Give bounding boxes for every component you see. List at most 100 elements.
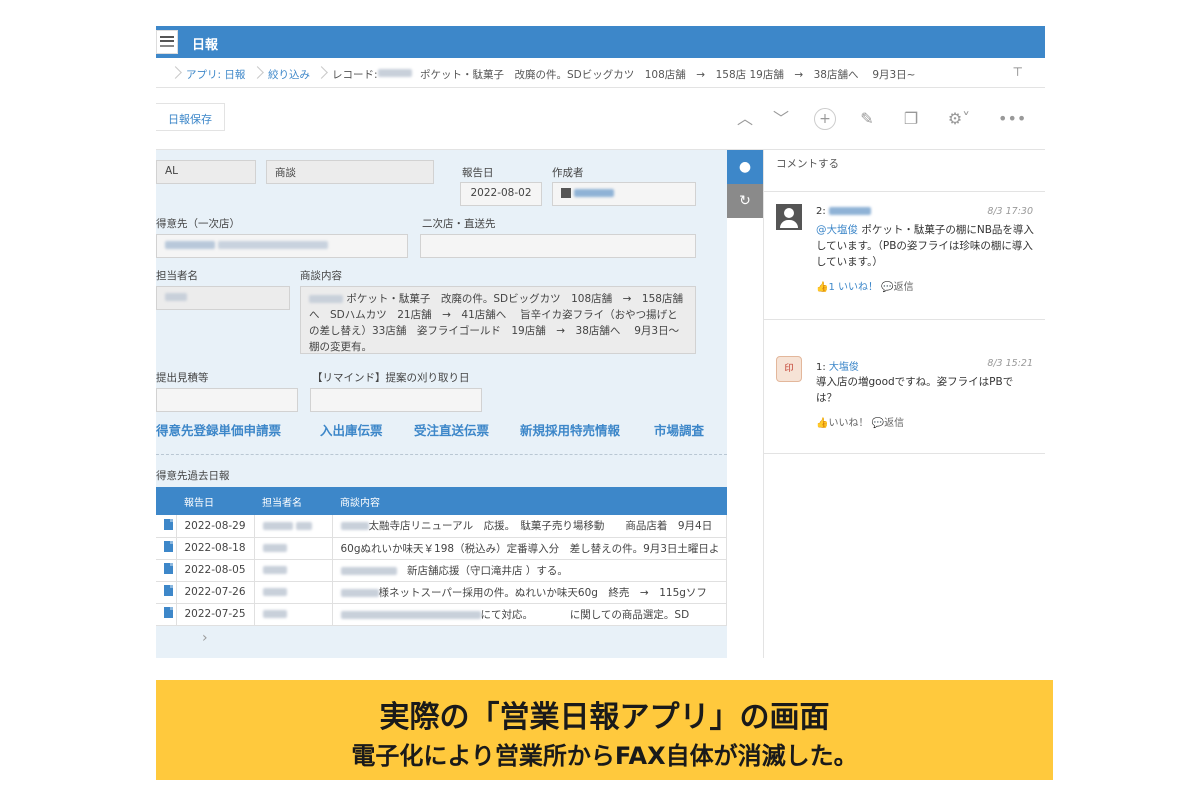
link-stock-slip[interactable]: 入出庫伝票 <box>320 420 383 439</box>
link-price-request[interactable]: 得意先登録単価申請票 <box>156 420 281 439</box>
past-reports-table: 報告日 担当者名 商談内容 2022-08-29 太融寺店リニューアル 応援。 … <box>156 487 727 626</box>
remind-field[interactable] <box>310 388 482 412</box>
content-cell: 太融寺店リニューアル 応援。 駄菓子売り場移動 商品店着 9月4日 <box>332 515 727 538</box>
breadcrumb-record-prefix: レコード: <box>332 69 378 81</box>
category-field[interactable]: 商談 <box>266 160 434 184</box>
comment-actions: 👍いいね！ 💬返信 <box>816 414 904 429</box>
save-button[interactable]: 日報保存 <box>156 103 225 131</box>
gear-icon[interactable]: ⚙˅ <box>944 108 974 130</box>
content-cell: にて対応。 に関しての商品選定。SD <box>332 603 727 626</box>
date-cell: 2022-08-05 <box>176 559 255 582</box>
user-icon <box>561 188 571 198</box>
table-row[interactable]: 2022-08-05 新店舗応援（守口滝井店 ）する。 <box>156 559 727 582</box>
comment-number: 1: <box>816 362 826 373</box>
past-reports-title: 得意先過去日報 <box>156 470 230 482</box>
caption-subtitle: 電子化により営業所からFAX自体が消滅した。 <box>351 742 858 770</box>
secondary-field[interactable] <box>420 234 696 258</box>
assignee-label: 担当者名 <box>156 270 198 282</box>
table-row[interactable]: 2022-07-26 様ネットスーパー採用の件。ぬれいか味天60g 終売 → 1… <box>156 581 727 604</box>
side-panel-tabs: ● ↻ <box>727 150 764 658</box>
report-date-label: 報告日 <box>462 167 494 179</box>
chevron-right-icon <box>252 63 264 83</box>
document-icon-cell[interactable] <box>156 537 177 560</box>
reply-button[interactable]: 💬返信 <box>881 282 913 293</box>
pin-icon[interactable]: ⊤ <box>1013 65 1023 79</box>
breadcrumb-filter[interactable]: 絞り込み <box>268 67 310 82</box>
date-cell: 2022-08-18 <box>176 537 255 560</box>
document-icon[interactable] <box>164 541 173 552</box>
link-market-research[interactable]: 市場調査 <box>654 420 704 439</box>
chevron-down-icon[interactable]: ﹀ <box>770 108 792 130</box>
more-icon[interactable]: ••• <box>998 108 1026 130</box>
assignee-field[interactable] <box>156 286 290 310</box>
comments-panel: コメントする 2: 8/3 17:30 @大塩俊 ポケット・駄菓子の棚にNB品を… <box>764 150 1045 658</box>
blurred-text <box>165 241 215 249</box>
table-row[interactable]: 2022-08-29 太融寺店リニューアル 応援。 駄菓子売り場移動 商品店着 … <box>156 515 727 538</box>
edit-icon[interactable]: ✎ <box>856 108 878 130</box>
table-header: 担当者名 <box>254 487 332 515</box>
content-text: ポケット・駄菓子 改廃の件。SDビッグカツ 108店舗 → 158店舗へ SDハ… <box>309 293 690 353</box>
assignee-cell <box>254 537 333 560</box>
breadcrumb-record: ポケット・駄菓子 改廃の件。SDビッグカツ 108店舗 → 158店 19店舗 … <box>420 69 920 81</box>
pager-next-icon[interactable]: › <box>202 630 208 646</box>
caption-title: 実際の「営業日報アプリ」の画面 <box>379 700 830 735</box>
document-icon-cell[interactable] <box>156 559 177 582</box>
secondary-label: 二次店・直送先 <box>422 218 496 230</box>
app-title: 日報 <box>192 38 219 53</box>
table-row[interactable]: 2022-08-18 60gぬれいか味天￥198（税込み）定番導入分 差し替えの… <box>156 537 727 560</box>
blurred-text <box>218 241 329 249</box>
customer-field[interactable] <box>156 234 408 258</box>
content-cell: 60gぬれいか味天￥198（税込み）定番導入分 差し替えの件。9月3日土曜日よ <box>332 537 727 560</box>
app-logo-icon[interactable] <box>156 30 178 54</box>
type-field[interactable]: AL <box>156 160 256 184</box>
like-button[interactable]: 👍1 いいね！ <box>816 282 878 293</box>
document-icon[interactable] <box>164 585 173 596</box>
document-icon[interactable] <box>164 518 173 530</box>
link-direct-order[interactable]: 受注直送伝票 <box>414 420 489 439</box>
document-icon-cell[interactable] <box>156 515 177 538</box>
document-icon-cell[interactable] <box>156 603 177 626</box>
caption-banner: 実際の「営業日報アプリ」の画面 電子化により営業所からFAX自体が消滅した。 <box>156 680 1053 780</box>
comment-header: 2: <box>816 206 871 217</box>
table-row[interactable]: 2022-07-25 にて対応。 に関しての商品選定。SD <box>156 603 727 626</box>
assignee-cell <box>254 581 333 604</box>
comment-mention[interactable]: @大塩俊 <box>816 224 858 236</box>
date-cell: 2022-07-25 <box>176 603 255 626</box>
comment-body: @大塩俊 ポケット・駄菓子の棚にNB品を導入しています。（PBの姿フライは珍味の… <box>816 222 1034 270</box>
blurred-name <box>378 67 412 79</box>
breadcrumb: アプリ: 日報 絞り込み レコード: ポケット・駄菓子 改廃の件。SDビッグカツ… <box>156 58 1045 88</box>
reply-button[interactable]: 💬返信 <box>872 418 904 429</box>
like-button[interactable]: 👍いいね！ <box>816 418 868 429</box>
breadcrumb-app[interactable]: アプリ: 日報 <box>186 67 245 82</box>
chevron-up-icon[interactable]: ︿ <box>734 108 756 130</box>
chevron-right-icon <box>170 63 182 83</box>
content-field[interactable]: ポケット・駄菓子 改廃の件。SDビッグカツ 108店舗 → 158店舗へ SDハ… <box>300 286 696 354</box>
table-header-row: 報告日 担当者名 商談内容 <box>156 487 727 515</box>
creator-field[interactable] <box>552 182 696 206</box>
blurred-name <box>309 295 343 303</box>
link-new-sale-info[interactable]: 新規採用特売情報 <box>520 420 620 439</box>
app-header: 日報 <box>156 26 1045 58</box>
table-header <box>156 487 176 515</box>
report-date-field[interactable]: 2022-08-02 <box>460 182 542 206</box>
history-tab-icon[interactable]: ↻ <box>727 184 763 218</box>
table-header: 報告日 <box>176 487 254 515</box>
document-icon[interactable] <box>164 563 173 574</box>
estimate-field[interactable] <box>156 388 298 412</box>
comment-header: 1: 大塩俊 <box>816 358 859 373</box>
document-icon-cell[interactable] <box>156 581 177 604</box>
document-icon[interactable] <box>164 607 173 618</box>
comment-tab-icon[interactable]: ● <box>727 150 763 184</box>
avatar: 印 <box>776 356 802 382</box>
estimate-label: 提出見積等 <box>156 372 209 384</box>
comment-input[interactable]: コメントする <box>764 150 1045 192</box>
add-icon[interactable]: + <box>814 108 836 130</box>
assignee-cell <box>254 559 333 582</box>
record-form: AL 商談 報告日 2022-08-02 作成者 得意先（一次店） 二次店・直送… <box>156 150 727 658</box>
copy-icon[interactable]: ❐ <box>900 108 922 130</box>
content-cell: 新店舗応援（守口滝井店 ）する。 <box>332 559 727 582</box>
comment-item: 2: 8/3 17:30 @大塩俊 ポケット・駄菓子の棚にNB品を導入しています… <box>764 192 1045 320</box>
date-cell: 2022-07-26 <box>176 581 255 604</box>
comment-author[interactable]: 大塩俊 <box>829 362 859 373</box>
blurred-name <box>165 293 187 301</box>
